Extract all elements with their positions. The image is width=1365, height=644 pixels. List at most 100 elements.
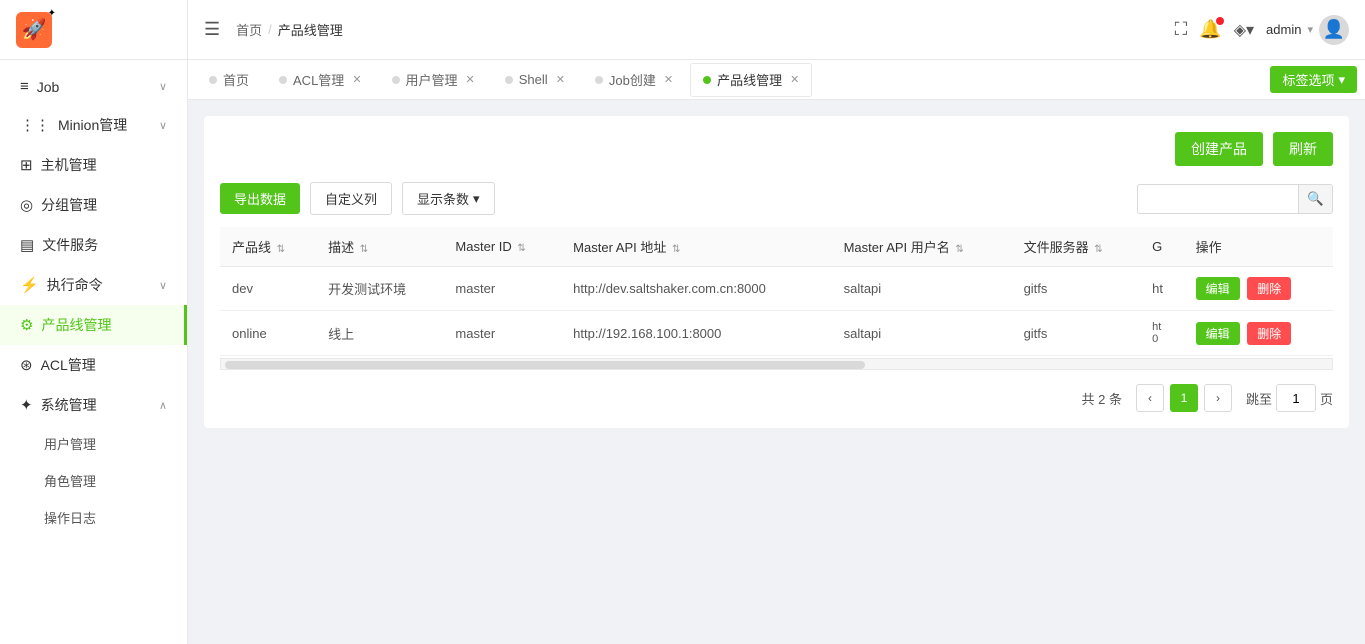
content-card: 创建产品 刷新 导出数据 自定义列 显示条数 ▾ 🔍 [204, 116, 1349, 428]
header-right: ⛶ 🔔 ◈▾ admin ▾ 👤 [1175, 15, 1349, 45]
chevron-up-icon: ∧ [159, 399, 167, 412]
page-suffix: 页 [1320, 389, 1333, 408]
tab-close-icon[interactable]: ✕ [664, 73, 673, 86]
tab-dot [392, 76, 400, 84]
cell-desc: 开发测试环境 [316, 267, 443, 311]
pagination: 共 2 条 ‹ 1 › 跳至 页 [220, 384, 1333, 412]
tabs-extra: 标签选项 ▾ [1270, 66, 1357, 93]
sort-icon[interactable]: ⇅ [360, 244, 368, 255]
user-arrow-icon: ▾ [1307, 23, 1313, 36]
cell-master-user: saltapi [832, 267, 1012, 311]
edit-button[interactable]: 编辑 [1196, 277, 1240, 300]
sidebar-item-acl[interactable]: ⊛ ACL管理 [0, 345, 187, 385]
sidebar-item-job[interactable]: ≡ Job ∨ [0, 68, 187, 105]
tab-home[interactable]: 首页 [196, 63, 262, 97]
settings-icon[interactable]: ◈▾ [1234, 20, 1254, 40]
custom-col-button[interactable]: 自定义列 [310, 182, 392, 215]
chevron-down-icon: ∨ [159, 80, 167, 93]
sidebar-item-label: 系统管理 [41, 395, 97, 415]
delete-button[interactable]: 删除 [1247, 322, 1291, 345]
tab-label: Shell [519, 72, 548, 87]
page-1-button[interactable]: 1 [1170, 384, 1198, 412]
sort-icon[interactable]: ⇅ [955, 244, 963, 255]
col-header-master-api: Master API 地址 ⇅ [561, 227, 831, 267]
sort-icon[interactable]: ⇅ [672, 244, 680, 255]
group-icon: ◎ [20, 196, 33, 214]
search-button[interactable]: 🔍 [1298, 185, 1332, 213]
show-rows-button[interactable]: 显示条数 ▾ [402, 182, 495, 215]
tab-dot [595, 76, 603, 84]
search-input[interactable] [1138, 191, 1298, 206]
tab-product-line[interactable]: 产品线管理 ✕ [690, 63, 812, 97]
create-product-button[interactable]: 创建产品 [1175, 132, 1263, 166]
delete-button[interactable]: 删除 [1247, 277, 1291, 300]
tab-shell[interactable]: Shell ✕ [492, 63, 578, 97]
sort-icon[interactable]: ⇅ [277, 244, 285, 255]
tab-user[interactable]: 用户管理 ✕ [379, 63, 488, 97]
fullscreen-icon[interactable]: ⛶ [1175, 19, 1188, 40]
sort-icon[interactable]: ⇅ [517, 243, 525, 254]
sort-icon[interactable]: ⇅ [1094, 244, 1102, 255]
breadcrumb-home[interactable]: 首页 [236, 20, 262, 39]
breadcrumb-separator: / [268, 22, 272, 37]
tab-close-icon[interactable]: ✕ [790, 73, 799, 86]
sidebar-sub-label: 操作日志 [44, 508, 96, 527]
minion-icon: ⋮⋮ [20, 116, 50, 134]
export-button[interactable]: 导出数据 [220, 183, 300, 214]
logo-area: 🚀 ✦ [0, 0, 187, 60]
tab-close-icon[interactable]: ✕ [466, 73, 475, 86]
content: 创建产品 刷新 导出数据 自定义列 显示条数 ▾ 🔍 [188, 100, 1365, 644]
user-info[interactable]: admin ▾ 👤 [1266, 15, 1349, 45]
toolbar: 导出数据 自定义列 显示条数 ▾ 🔍 [220, 182, 1333, 215]
sidebar-item-host[interactable]: ⊞ 主机管理 [0, 145, 187, 185]
sidebar-item-group[interactable]: ◎ 分组管理 [0, 185, 187, 225]
system-icon: ✦ [20, 396, 33, 414]
breadcrumb: 首页 / 产品线管理 [236, 20, 343, 39]
sidebar-item-label: Minion管理 [58, 115, 127, 135]
tab-job-create[interactable]: Job创建 ✕ [582, 63, 686, 97]
username: admin [1266, 22, 1301, 37]
breadcrumb-current: 产品线管理 [278, 20, 343, 39]
cell-product: dev [220, 267, 316, 311]
page-jump-input[interactable] [1276, 384, 1316, 412]
sidebar-item-user-mgmt[interactable]: 用户管理 [0, 425, 187, 462]
dropdown-arrow-icon: ▾ [473, 191, 480, 207]
horizontal-scrollbar[interactable] [220, 358, 1333, 370]
sidebar-item-label: ACL管理 [41, 355, 96, 375]
tab-dot [209, 76, 217, 84]
col-header-action: 操作 [1184, 227, 1333, 267]
content-header: 创建产品 刷新 [220, 132, 1333, 166]
sidebar-item-op-log[interactable]: 操作日志 [0, 499, 187, 536]
search-box: 🔍 [1137, 184, 1333, 214]
cell-master-api: http://192.168.100.1:8000 [561, 311, 831, 356]
sidebar-item-label: 分组管理 [41, 195, 97, 215]
page-prev-button[interactable]: ‹ [1136, 384, 1164, 412]
acl-icon: ⊛ [20, 356, 33, 374]
cell-master-api: http://dev.saltshaker.com.cn:8000 [561, 267, 831, 311]
tab-close-icon[interactable]: ✕ [556, 73, 565, 86]
tab-acl[interactable]: ACL管理 ✕ [266, 63, 375, 97]
cell-g: ht0 [1140, 311, 1183, 356]
col-header-master-id: Master ID ⇅ [443, 227, 561, 267]
sidebar-item-product[interactable]: ⚙ 产品线管理 [0, 305, 187, 345]
pagination-total: 共 2 条 [1081, 389, 1122, 408]
tab-close-icon[interactable]: ✕ [352, 73, 361, 86]
refresh-button[interactable]: 刷新 [1273, 132, 1333, 166]
sidebar-item-minion[interactable]: ⋮⋮ Minion管理 ∨ [0, 105, 187, 145]
sidebar: 🚀 ✦ ≡ Job ∨ ⋮⋮ Minion管理 ∨ ⊞ 主机管理 [0, 0, 188, 644]
table-header-row: 产品线 ⇅ 描述 ⇅ Master ID ⇅ [220, 227, 1333, 267]
page-next-button[interactable]: › [1204, 384, 1232, 412]
main-area: ☰ 首页 / 产品线管理 ⛶ 🔔 ◈▾ admin ▾ 👤 [188, 0, 1365, 644]
edit-button[interactable]: 编辑 [1196, 322, 1240, 345]
hamburger-icon[interactable]: ☰ [204, 19, 220, 40]
col-header-product: 产品线 ⇅ [220, 227, 316, 267]
sidebar-item-file[interactable]: ▤ 文件服务 [0, 225, 187, 265]
exec-icon: ⚡ [20, 276, 39, 294]
sidebar-item-exec[interactable]: ⚡ 执行命令 ∨ [0, 265, 187, 305]
cell-action: 编辑 删除 [1184, 311, 1333, 356]
tag-select-button[interactable]: 标签选项 ▾ [1270, 66, 1357, 93]
sidebar-item-system[interactable]: ✦ 系统管理 ∧ [0, 385, 187, 425]
sidebar-item-role-mgmt[interactable]: 角色管理 [0, 462, 187, 499]
tab-dot [505, 76, 513, 84]
sidebar-item-label: 主机管理 [41, 155, 97, 175]
